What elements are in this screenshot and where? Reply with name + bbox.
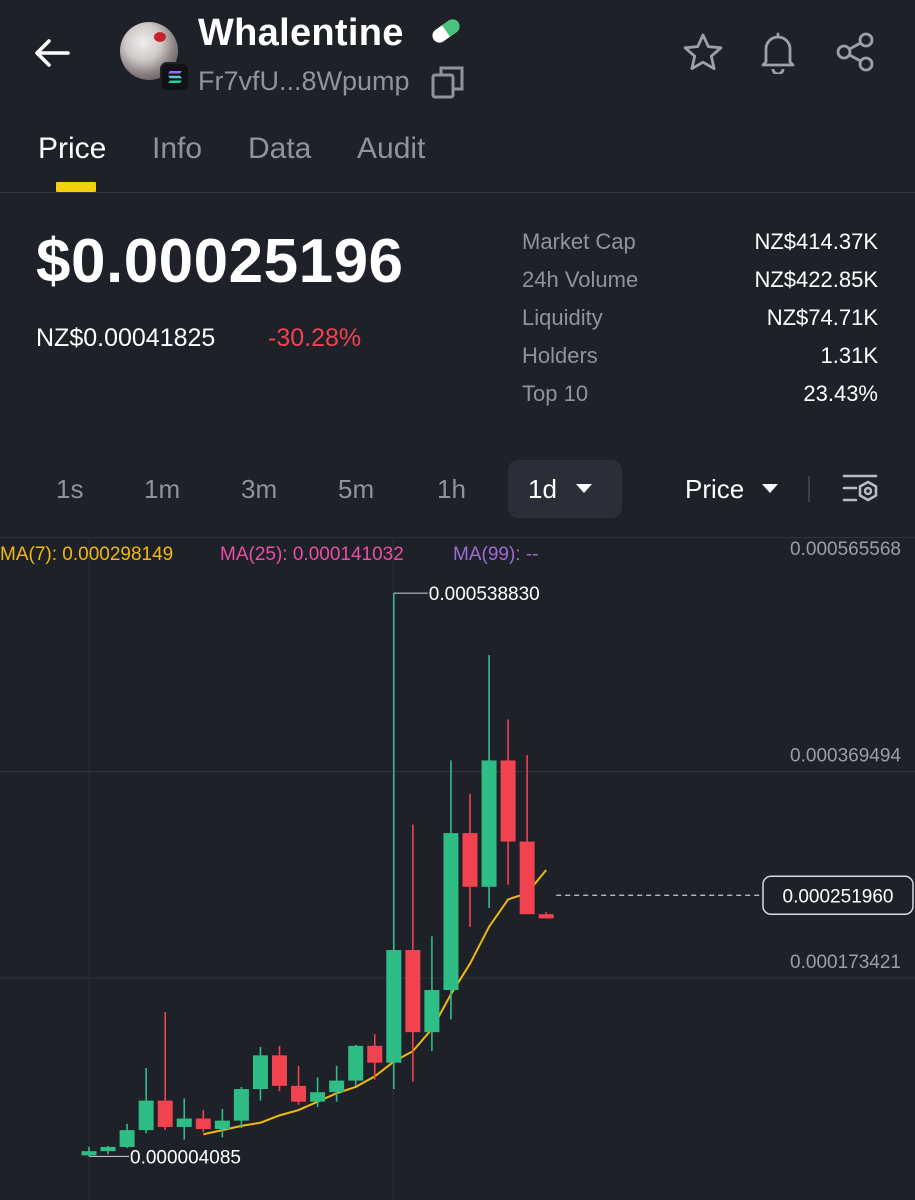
candle-body bbox=[462, 833, 478, 887]
stat-value-24h-volume: NZ$422.85K bbox=[754, 267, 878, 292]
favorite-button[interactable] bbox=[679, 28, 727, 76]
candle-body bbox=[348, 1045, 364, 1081]
bell-icon bbox=[761, 32, 795, 74]
candle-body bbox=[176, 1118, 192, 1127]
solana-chain-icon bbox=[160, 62, 190, 92]
token-address: Fr7vfU...8Wpump bbox=[198, 66, 410, 96]
copy-icon[interactable] bbox=[430, 64, 466, 100]
tab-info[interactable]: Info bbox=[152, 132, 202, 166]
tab-price[interactable]: Price bbox=[38, 132, 106, 166]
ma7-line bbox=[203, 869, 547, 1136]
price-change: -30.28% bbox=[268, 324, 362, 352]
chevron-down-icon bbox=[762, 484, 778, 493]
tabs-divider bbox=[0, 192, 915, 193]
candle-body bbox=[252, 1055, 268, 1090]
interval-1s[interactable]: 1s bbox=[56, 474, 83, 505]
share-icon bbox=[836, 32, 874, 72]
candle-body bbox=[481, 760, 497, 887]
pill-icon bbox=[432, 19, 460, 43]
candle-body bbox=[367, 1045, 383, 1063]
candle-body bbox=[329, 1080, 345, 1093]
candle-body bbox=[500, 760, 516, 842]
price-usd: $0.00025196 bbox=[36, 227, 404, 296]
candle-body bbox=[119, 1130, 135, 1147]
y-axis-tick-label: 0.000565568 bbox=[790, 539, 901, 560]
chart-settings-icon[interactable] bbox=[840, 470, 880, 508]
star-icon bbox=[683, 33, 723, 70]
candle-body bbox=[386, 950, 402, 1063]
chart-mode-select[interactable]: Price bbox=[685, 474, 744, 505]
candle-body bbox=[443, 833, 459, 991]
min-price-label: 0.000004085 bbox=[130, 1147, 241, 1168]
interval-1m[interactable]: 1m bbox=[144, 474, 180, 505]
interval-1d-dropdown[interactable] bbox=[508, 460, 622, 518]
toolbar-separator bbox=[808, 476, 810, 502]
candle-body bbox=[272, 1055, 287, 1086]
stat-label-market-cap: Market Cap bbox=[522, 229, 636, 254]
candle-body bbox=[538, 914, 554, 919]
candle-body bbox=[519, 841, 535, 915]
candle-body bbox=[157, 1100, 173, 1127]
stat-label-24h-volume: 24h Volume bbox=[522, 267, 639, 292]
interval-3m[interactable]: 3m bbox=[241, 474, 277, 505]
interval-1h[interactable]: 1h bbox=[437, 474, 466, 505]
stat-value-liquidity: NZ$74.71K bbox=[766, 305, 878, 330]
stat-label-liquidity: Liquidity bbox=[522, 305, 603, 330]
y-axis-tick-label: 0.000369494 bbox=[790, 746, 901, 767]
candle-body bbox=[81, 1151, 97, 1156]
stat-label-holders: Holders bbox=[522, 343, 598, 368]
candle-body bbox=[291, 1085, 307, 1102]
candle-body bbox=[405, 950, 421, 1033]
candle-body bbox=[214, 1120, 230, 1130]
max-price-label: 0.000538830 bbox=[429, 584, 540, 605]
tab-audit[interactable]: Audit bbox=[357, 132, 425, 166]
back-button[interactable] bbox=[26, 30, 78, 76]
interval-5m[interactable]: 5m bbox=[338, 474, 374, 505]
chevron-down-icon bbox=[576, 484, 592, 493]
token-name: Whalentine bbox=[198, 12, 404, 54]
candle-body bbox=[195, 1118, 211, 1130]
stat-label-top-10: Top 10 bbox=[522, 381, 589, 406]
price-nzd: NZ$0.00041825 bbox=[36, 324, 216, 352]
candle-body bbox=[310, 1092, 326, 1102]
candle-body bbox=[233, 1089, 249, 1121]
last-price-label: 0.000251960 bbox=[783, 886, 894, 907]
candlestick-chart[interactable]: 0.000565568 0.000369494 0.000173421 0.00053… bbox=[0, 538, 915, 1200]
stat-value-holders: 1.31K bbox=[820, 343, 879, 368]
interval-1d[interactable]: 1d bbox=[528, 474, 557, 505]
alert-button[interactable] bbox=[754, 28, 802, 76]
candle-body bbox=[100, 1146, 116, 1152]
share-button[interactable] bbox=[831, 28, 879, 76]
active-tab-indicator bbox=[56, 182, 96, 192]
stat-value-top-10: 23.43% bbox=[803, 381, 878, 406]
back-arrow-icon bbox=[35, 39, 70, 67]
candle-body bbox=[424, 990, 440, 1033]
y-axis-tick-label: 0.000173421 bbox=[790, 952, 901, 973]
candle-body bbox=[138, 1100, 154, 1131]
stat-value-market-cap: NZ$414.37K bbox=[754, 229, 878, 254]
tab-data[interactable]: Data bbox=[248, 132, 311, 166]
